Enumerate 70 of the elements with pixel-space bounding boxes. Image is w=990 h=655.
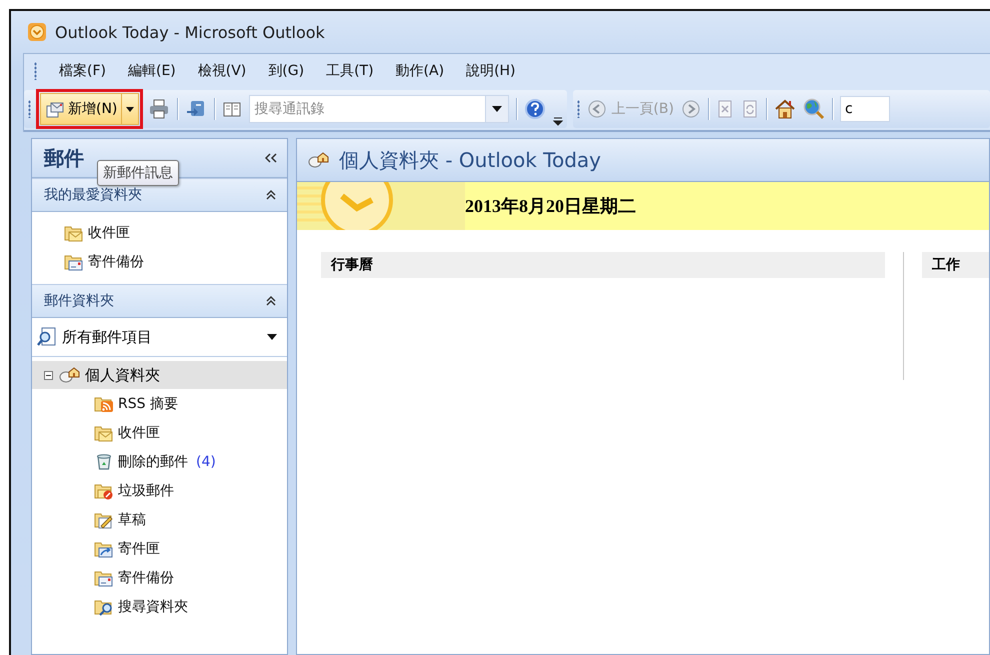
menu-item[interactable]: 檢視(V) [198,62,246,80]
printer-icon[interactable] [148,99,170,119]
caret-icon [126,106,134,112]
address-search-field[interactable]: 搜尋通訊錄 [249,95,486,123]
pane-title: 郵件 [44,144,84,172]
clock-icon [297,182,465,230]
grip-handle[interactable] [577,100,580,118]
menu-item[interactable]: 工具(T) [326,62,374,80]
unread-count: (4) [196,454,216,470]
mail-folder-icon [64,224,84,242]
date-heading: 2013年8月20日星期二 [465,195,636,218]
envelope-document-icon [45,100,65,118]
toolbar-options-icon[interactable] [553,116,564,126]
section-title: 我的最愛資料夾 [44,186,142,204]
folder-title: 個人資料夾 - Outlook Today [339,146,602,174]
grip-handle[interactable] [28,100,31,118]
collapse-pane-icon[interactable] [265,153,277,163]
dropdown-arrow-button[interactable] [485,95,510,123]
folder-item[interactable]: 收件匣 [32,418,287,447]
folder-item[interactable]: 刪除的郵件 (4) [32,447,287,476]
favorite-folder-item[interactable]: 寄件備份 [64,247,287,276]
section-heading: 行事曆 [321,252,885,278]
favorite-folder-item[interactable]: 收件匣 [64,218,287,247]
tooltip: 新郵件訊息 [97,160,179,186]
envelope-folder-icon [64,252,84,270]
tree-root-item[interactable]: 個人資料夾 [32,361,287,389]
section-title: 郵件資料夾 [44,292,114,310]
blocked-folder-icon [94,482,114,500]
magnifier-document-icon [36,327,58,347]
globe-search-icon[interactable] [802,98,825,120]
envelope-folder-icon [94,568,114,586]
help-icon[interactable] [524,98,546,120]
new-button[interactable]: 新增(N) [40,93,122,125]
new-split-button[interactable]: 新增(N) [38,91,142,127]
dropdown-arrow-icon [267,334,277,340]
caret-icon [492,106,502,112]
web-address-field[interactable]: c [840,96,890,122]
trash-can-icon [94,452,114,470]
arrow-folder-icon [94,540,114,558]
rss-folder-icon [94,394,114,412]
folder-item[interactable]: 搜尋資料夾 [32,592,287,621]
menu-item[interactable]: 動作(A) [396,62,444,80]
section-header[interactable]: 郵件資料夾 [32,284,287,318]
address-book-icon[interactable] [222,100,242,118]
folder-item[interactable]: 寄件匣 [32,534,287,563]
collapse-chevron-icon[interactable] [265,189,277,201]
home-folder-icon [58,366,80,384]
magnifier-folder-icon [94,598,114,616]
window-title: Outlook Today - Microsoft Outlook [55,22,325,42]
menu-item[interactable]: 說明(H) [466,62,516,80]
menu-item[interactable]: 到(G) [268,62,304,80]
mail-folder-icon [94,424,114,442]
menu-item[interactable]: 編輯(E) [128,62,176,80]
collapse-chevron-icon[interactable] [265,295,277,307]
folder-item[interactable]: 草稿 [32,505,287,534]
folder-item[interactable]: 寄件備份 [32,563,287,592]
folder-item[interactable]: RSS 摘要 [32,389,287,418]
grip-handle[interactable] [34,62,37,80]
collapse-icon[interactable] [44,370,53,380]
section-header[interactable]: 我的最愛資料夾 [32,178,287,212]
pencil-folder-icon [94,510,114,528]
home-folder-icon [307,151,329,169]
app-logo-icon [27,22,47,42]
dropdown-arrow-button[interactable] [122,93,140,125]
home-icon[interactable] [774,99,796,119]
folder-item[interactable]: 垃圾郵件 [32,476,287,505]
view-dropdown[interactable]: 所有郵件項目 [32,318,287,357]
forward-icon[interactable] [680,99,701,119]
menu-item[interactable]: 檔案(F) [59,62,106,80]
section-heading: 工作 [922,252,989,278]
